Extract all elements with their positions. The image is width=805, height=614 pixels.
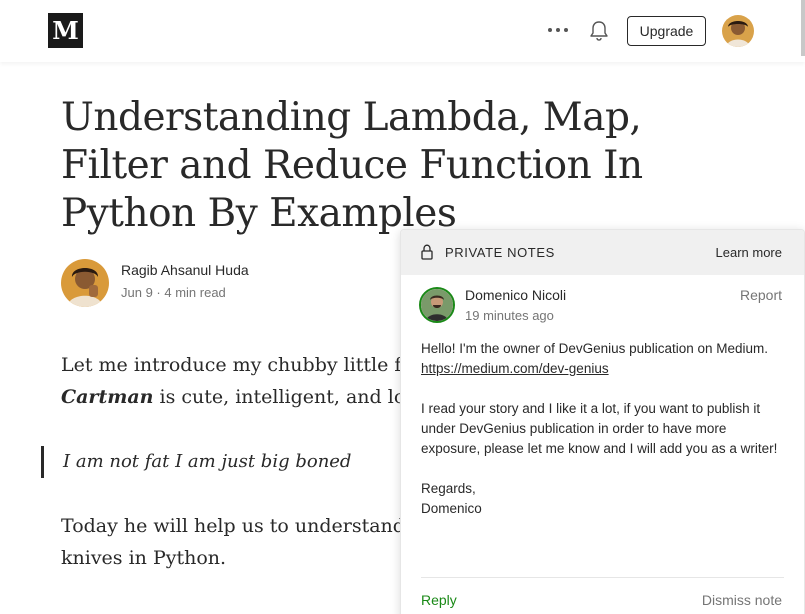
lock-icon <box>421 244 433 260</box>
more-horizontal-icon[interactable] <box>548 20 568 40</box>
upgrade-button[interactable]: Upgrade <box>627 16 706 46</box>
private-notes-panel: PRIVATE NOTES Learn more Domenico Nicoli… <box>400 229 805 614</box>
commenter-name[interactable]: Domenico Nicoli <box>465 287 566 303</box>
private-notes-title: PRIVATE NOTES <box>445 245 555 260</box>
top-navbar: M Upgrade <box>0 0 805 62</box>
divider <box>421 577 784 578</box>
learn-more-link[interactable]: Learn more <box>716 245 782 260</box>
note-regards: Regards, <box>421 481 476 496</box>
cartman-name: Cartman <box>61 386 154 408</box>
commenter-avatar[interactable] <box>419 287 455 323</box>
note-line-greeting: Hello! I'm the owner of DevGenius public… <box>421 341 768 356</box>
report-button[interactable]: Report <box>740 287 782 303</box>
bell-icon[interactable] <box>588 19 610 43</box>
note-body: Hello! I'm the owner of DevGenius public… <box>421 339 781 519</box>
private-notes-header: PRIVATE NOTES Learn more <box>401 230 804 275</box>
user-avatar[interactable] <box>722 15 754 47</box>
note-signature: Domenico <box>421 501 482 516</box>
paragraph-intro-line1: Let me introduce my chubby little frie <box>61 354 428 376</box>
blockquote-bar <box>41 446 44 478</box>
devgenius-link[interactable]: https://medium.com/dev-genius <box>421 361 609 376</box>
blockquote: I am not fat I am just big boned <box>63 451 352 472</box>
reply-button[interactable]: Reply <box>421 592 457 608</box>
author-avatar[interactable] <box>61 259 109 307</box>
medium-logo[interactable]: M <box>48 13 83 48</box>
paragraph-intro-line2-text: is cute, intelligent, and loves <box>153 386 437 408</box>
note-paragraph-offer: I read your story and I like it a lot, i… <box>421 401 778 456</box>
article-title: Understanding Lambda, Map, Filter and Re… <box>61 95 643 236</box>
article-meta: Jun 9 · 4 min read <box>121 285 226 300</box>
scrollbar[interactable] <box>801 0 805 56</box>
paragraph-intro-line2: Cartman is cute, intelligent, and loves <box>61 381 437 413</box>
paragraph-two-line1: Today he will help us to understand th <box>61 515 431 537</box>
paragraph-two-line2: knives in Python. <box>61 547 227 569</box>
dismiss-note-button[interactable]: Dismiss note <box>702 592 782 608</box>
note-timestamp: 19 minutes ago <box>465 308 554 323</box>
author-name[interactable]: Ragib Ahsanul Huda <box>121 262 249 278</box>
